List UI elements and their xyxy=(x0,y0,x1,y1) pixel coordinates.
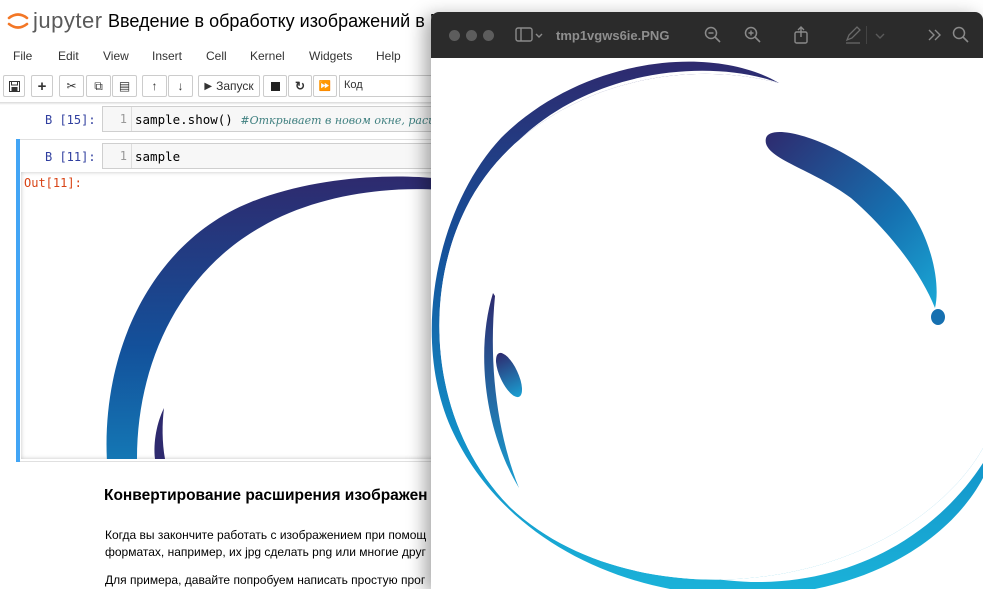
inner-arc-shape xyxy=(154,408,165,459)
copy-button[interactable]: ⧉ xyxy=(86,75,111,97)
ring-arc-shape xyxy=(106,176,439,459)
jupyter-logo-icon[interactable] xyxy=(6,9,30,33)
menu-edit[interactable]: Edit xyxy=(58,49,79,63)
code-input-area[interactable]: 1 sample.show() #Открывает в новом окне,… xyxy=(102,106,446,132)
markdown-paragraph-line: Когда вы закончите работать с изображени… xyxy=(105,528,427,542)
move-up-button[interactable]: ↑ xyxy=(142,75,167,97)
save-icon xyxy=(8,80,20,92)
more-icon[interactable] xyxy=(925,25,945,45)
menu-cell[interactable]: Cell xyxy=(206,49,227,63)
gutter-divider xyxy=(131,107,132,131)
menu-view[interactable]: View xyxy=(103,49,129,63)
code-text: sample xyxy=(135,149,181,164)
arrow-up-icon: ↑ xyxy=(151,79,158,93)
share-icon[interactable] xyxy=(791,25,811,45)
menu-kernel[interactable]: Kernel xyxy=(250,49,285,63)
interrupt-button[interactable] xyxy=(263,75,287,97)
preview-window[interactable]: tmp1vgws6ie.PNG xyxy=(431,12,983,589)
restart-run-all-button[interactable]: ⏩ xyxy=(313,75,337,97)
line-number: 1 xyxy=(119,112,127,126)
jupyter-logo-text[interactable]: jupyter xyxy=(33,8,103,34)
code-input-area[interactable]: 1 sample xyxy=(102,143,442,169)
ring-arc-inner-cutout xyxy=(439,70,983,583)
save-button[interactable] xyxy=(3,75,25,97)
run-button[interactable]: ▶ Запуск xyxy=(198,75,260,97)
output-image xyxy=(106,176,439,459)
code-comment: #Открывает в новом окне, расши xyxy=(240,114,446,127)
preview-image xyxy=(431,61,983,589)
paste-icon: ▤ xyxy=(118,79,131,93)
code-text: sample.show() xyxy=(135,112,233,127)
minimize-window-button[interactable] xyxy=(466,30,477,41)
play-icon: ▶ xyxy=(204,80,213,92)
markdown-paragraph-line: Для примера, давайте попробуем написать … xyxy=(105,573,426,587)
menu-insert[interactable]: Insert xyxy=(152,49,182,63)
teardrop-dot xyxy=(931,309,945,325)
zoom-out-icon[interactable] xyxy=(703,25,723,45)
input-prompt: В [15]: xyxy=(45,113,96,127)
arrow-down-icon: ↓ xyxy=(177,79,184,93)
teardrop-shape xyxy=(765,131,937,308)
insert-cell-button[interactable]: + xyxy=(31,75,53,97)
zoom-in-icon[interactable] xyxy=(743,25,763,45)
close-window-button[interactable] xyxy=(449,30,460,41)
chevron-down-icon[interactable] xyxy=(873,25,887,45)
fast-forward-icon: ⏩ xyxy=(318,80,332,92)
markup-icon[interactable] xyxy=(843,25,863,45)
sidebar-icon[interactable] xyxy=(515,25,545,45)
preview-titlebar[interactable]: tmp1vgws6ie.PNG xyxy=(431,12,983,58)
stop-icon xyxy=(270,81,280,91)
copy-icon: ⧉ xyxy=(94,78,103,93)
preview-filename: tmp1vgws6ie.PNG xyxy=(556,28,670,43)
zoom-window-button[interactable] xyxy=(483,30,494,41)
paste-button[interactable]: ▤ xyxy=(112,75,137,97)
input-prompt: В [11]: xyxy=(45,150,96,164)
gutter-divider xyxy=(131,144,132,168)
plus-icon: + xyxy=(37,77,47,95)
menu-help[interactable]: Help xyxy=(376,49,401,63)
run-label: Запуск xyxy=(216,79,254,93)
notebook-title[interactable]: Введение в обработку изображений в Pyt xyxy=(108,11,456,32)
move-down-button[interactable]: ↓ xyxy=(168,75,193,97)
menu-file[interactable]: File xyxy=(13,49,32,63)
restart-button[interactable]: ↻ xyxy=(288,75,312,97)
restart-icon: ↻ xyxy=(294,79,306,93)
markdown-heading: Конвертирование расширения изображен xyxy=(104,487,428,504)
cut-button[interactable]: ✂ xyxy=(59,75,84,97)
inner-drop-shape xyxy=(495,352,523,398)
menu-widgets[interactable]: Widgets xyxy=(309,49,352,63)
search-icon[interactable] xyxy=(951,25,971,45)
code-line: sample.show() #Открывает в новом окне, р… xyxy=(135,112,446,127)
scissors-icon: ✂ xyxy=(66,79,77,93)
output-image-area[interactable] xyxy=(21,172,439,459)
toolbar-separator xyxy=(866,26,867,44)
markdown-paragraph-line: форматах, например, их jpg сделать png и… xyxy=(105,545,426,559)
line-number: 1 xyxy=(119,149,127,163)
